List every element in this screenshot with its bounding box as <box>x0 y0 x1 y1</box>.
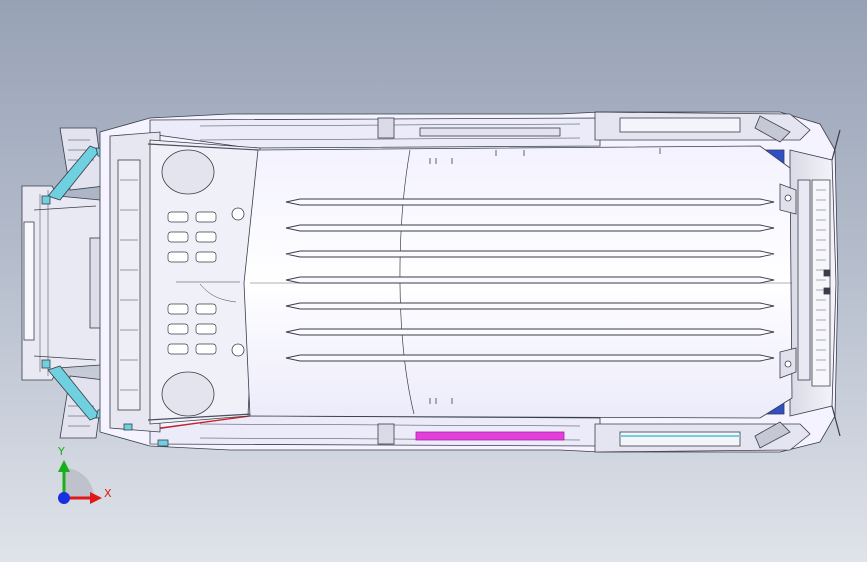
front-bumper-assembly <box>21 127 105 439</box>
vehicle-body-model <box>21 111 841 453</box>
roof-panel <box>243 145 793 419</box>
cad-viewport[interactable] <box>0 0 867 562</box>
front-structure <box>109 131 261 433</box>
